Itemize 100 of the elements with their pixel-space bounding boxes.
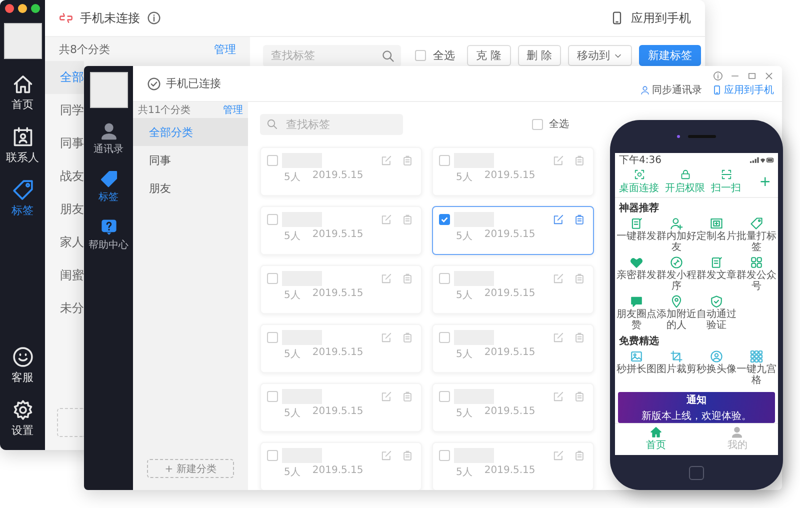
- connection-status: 手机已连接: [166, 76, 221, 91]
- nav-item[interactable]: 客服: [12, 346, 34, 385]
- edit-icon: [553, 450, 564, 461]
- toolbar-button[interactable]: 移动到: [568, 45, 632, 66]
- tool-item[interactable]: 秒拼长图: [616, 350, 656, 386]
- nav-item[interactable]: 标签: [12, 179, 34, 218]
- add-button[interactable]: +: [759, 174, 774, 190]
- person-add-icon: [670, 217, 683, 230]
- sync-contacts-link[interactable]: 同步通讯录: [640, 82, 702, 96]
- tab[interactable]: 首页: [646, 426, 666, 452]
- tool-item[interactable]: 群发小程序: [656, 256, 696, 292]
- nav-item[interactable]: 通讯录: [94, 122, 124, 156]
- date: 2019.5.15: [484, 347, 536, 360]
- check-circle-icon: [147, 76, 161, 90]
- date: 2019.5.15: [484, 170, 536, 183]
- checkbox[interactable]: [439, 391, 450, 402]
- category-item[interactable]: 同事: [45, 127, 84, 160]
- apply-to-phone-link[interactable]: 应用到手机: [712, 82, 774, 96]
- edit-icon: [381, 273, 392, 284]
- tool-item[interactable]: 批量打标签: [736, 217, 776, 253]
- zoom-button[interactable]: [31, 4, 40, 13]
- tool-item[interactable]: 群发公众号: [736, 256, 776, 292]
- apply-to-phone-link[interactable]: 应用到手机: [631, 10, 691, 26]
- phone-icon: [610, 11, 624, 25]
- checkbox[interactable]: [267, 391, 278, 402]
- checkbox[interactable]: [267, 273, 278, 284]
- category-item[interactable]: 战友: [45, 160, 84, 193]
- tool-item[interactable]: 一键群发: [616, 217, 656, 253]
- nav-item[interactable]: 设置: [12, 399, 34, 438]
- info-icon: [147, 11, 161, 25]
- category-item[interactable]: 家人: [45, 226, 84, 259]
- checkbox[interactable]: [267, 332, 278, 343]
- trash-icon: [574, 332, 585, 343]
- unlink-icon: [59, 11, 73, 25]
- category-item[interactable]: 同学: [45, 94, 84, 127]
- tool-item[interactable]: 亲密群发: [616, 256, 656, 292]
- category-item[interactable]: 全部: [45, 61, 84, 94]
- checkbox[interactable]: [415, 50, 426, 61]
- category-item[interactable]: 同事: [133, 146, 248, 174]
- checkbox[interactable]: [439, 155, 450, 166]
- person-icon: [100, 122, 118, 140]
- date: 2019.5.15: [312, 406, 364, 419]
- avatar: [4, 23, 42, 59]
- trash-icon: [402, 155, 413, 166]
- date: 2019.5.15: [484, 465, 536, 478]
- minimize-button[interactable]: [18, 4, 27, 13]
- tool-item[interactable]: 群内加好友: [656, 217, 696, 253]
- quick-action[interactable]: 开启权限: [665, 169, 705, 195]
- edit-icon: [381, 155, 392, 166]
- nav-item[interactable]: 帮助中心: [88, 218, 128, 252]
- category-item[interactable]: 朋友: [133, 174, 248, 202]
- category-item[interactable]: 朋友: [45, 193, 84, 226]
- member-count: 5人: [284, 230, 300, 243]
- user-icon: [640, 84, 650, 94]
- manage-link[interactable]: 管理: [223, 103, 243, 117]
- shield-icon: [710, 295, 723, 308]
- edit-icon: [553, 332, 564, 343]
- tool-item[interactable]: 自动通过验证: [696, 295, 736, 331]
- edit-icon: [553, 155, 564, 166]
- contact-icon: [12, 126, 34, 148]
- section-title: 神器推荐: [618, 202, 660, 216]
- tool-item[interactable]: 朋友圈点赞: [616, 295, 656, 331]
- trash-icon: [402, 273, 413, 284]
- tool-item[interactable]: 图片裁剪: [656, 350, 696, 386]
- checkbox[interactable]: [267, 450, 278, 461]
- new-category-button[interactable]: + 新建分类: [147, 459, 234, 478]
- home-button[interactable]: [689, 466, 704, 480]
- avatar: [90, 72, 128, 108]
- camera-dot: [677, 135, 680, 138]
- checkbox[interactable]: [439, 214, 450, 225]
- category-item[interactable]: 闺蜜: [45, 259, 84, 292]
- checkbox[interactable]: [439, 332, 450, 343]
- nav-item[interactable]: 标签: [98, 170, 118, 204]
- checkbox[interactable]: [267, 214, 278, 225]
- checkbox[interactable]: [532, 118, 543, 130]
- tool-item[interactable]: 添加附近的人: [656, 295, 696, 331]
- quick-action[interactable]: 扫一扫: [711, 169, 741, 195]
- checkbox[interactable]: [439, 273, 450, 284]
- close-button[interactable]: [5, 4, 14, 13]
- nav-item[interactable]: 联系人: [6, 126, 39, 165]
- toolbar-button[interactable]: 克 隆: [467, 45, 510, 66]
- notice-banner[interactable]: 通知 新版本上线，欢迎体验。: [618, 392, 775, 423]
- tool-item[interactable]: 群发文章: [696, 256, 736, 292]
- manage-link[interactable]: 管理: [214, 42, 236, 56]
- tool-item[interactable]: 一键九宫格: [736, 350, 776, 386]
- toolbar-button[interactable]: 新建标签: [639, 45, 701, 66]
- checkbox[interactable]: [267, 155, 278, 166]
- tool-item[interactable]: 秒换头像: [696, 350, 736, 386]
- quick-action[interactable]: 桌面连接: [619, 169, 659, 195]
- speaker-slot: [688, 135, 716, 138]
- search-icon: [381, 48, 395, 62]
- nav-item[interactable]: 首页: [12, 73, 34, 112]
- category-item[interactable]: 未分: [45, 292, 84, 325]
- toolbar-button[interactable]: 删 除: [518, 45, 561, 66]
- checkbox[interactable]: [439, 450, 450, 461]
- homefill-icon: [650, 426, 662, 438]
- edit-icon: [381, 391, 392, 402]
- help-icon: [100, 218, 118, 236]
- trash-icon: [574, 155, 585, 166]
- tool-item[interactable]: 定制名片: [696, 217, 736, 253]
